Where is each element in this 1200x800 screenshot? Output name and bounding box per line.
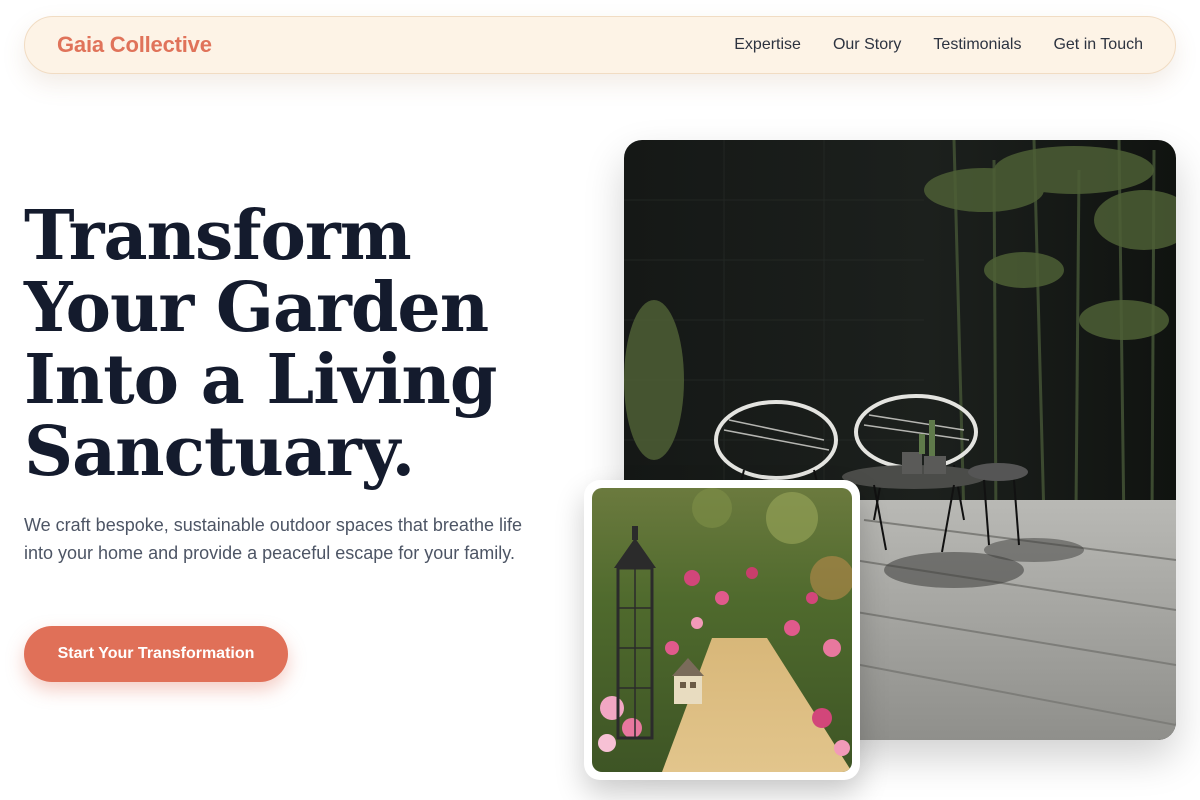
nav-link-our-story[interactable]: Our Story [833,36,901,54]
start-transformation-button[interactable]: Start Your Transformation [24,626,288,682]
nav-links: Expertise Our Story Testimonials Get in … [734,36,1143,54]
hero-headline: Transform Your Garden Into a Living Sanc… [24,196,497,492]
hero-subtitle: We craft bespoke, sustainable outdoor sp… [24,515,522,563]
fairy-garden-photo-card [584,480,860,780]
fairy-garden-path-photo [592,488,852,772]
nav-link-expertise[interactable]: Expertise [734,36,801,54]
brand-logo[interactable]: Gaia Collective [57,32,212,58]
top-navbar: Gaia Collective Expertise Our Story Test… [24,16,1176,74]
nav-link-get-in-touch[interactable]: Get in Touch [1053,36,1143,54]
nav-link-testimonials[interactable]: Testimonials [933,36,1021,54]
